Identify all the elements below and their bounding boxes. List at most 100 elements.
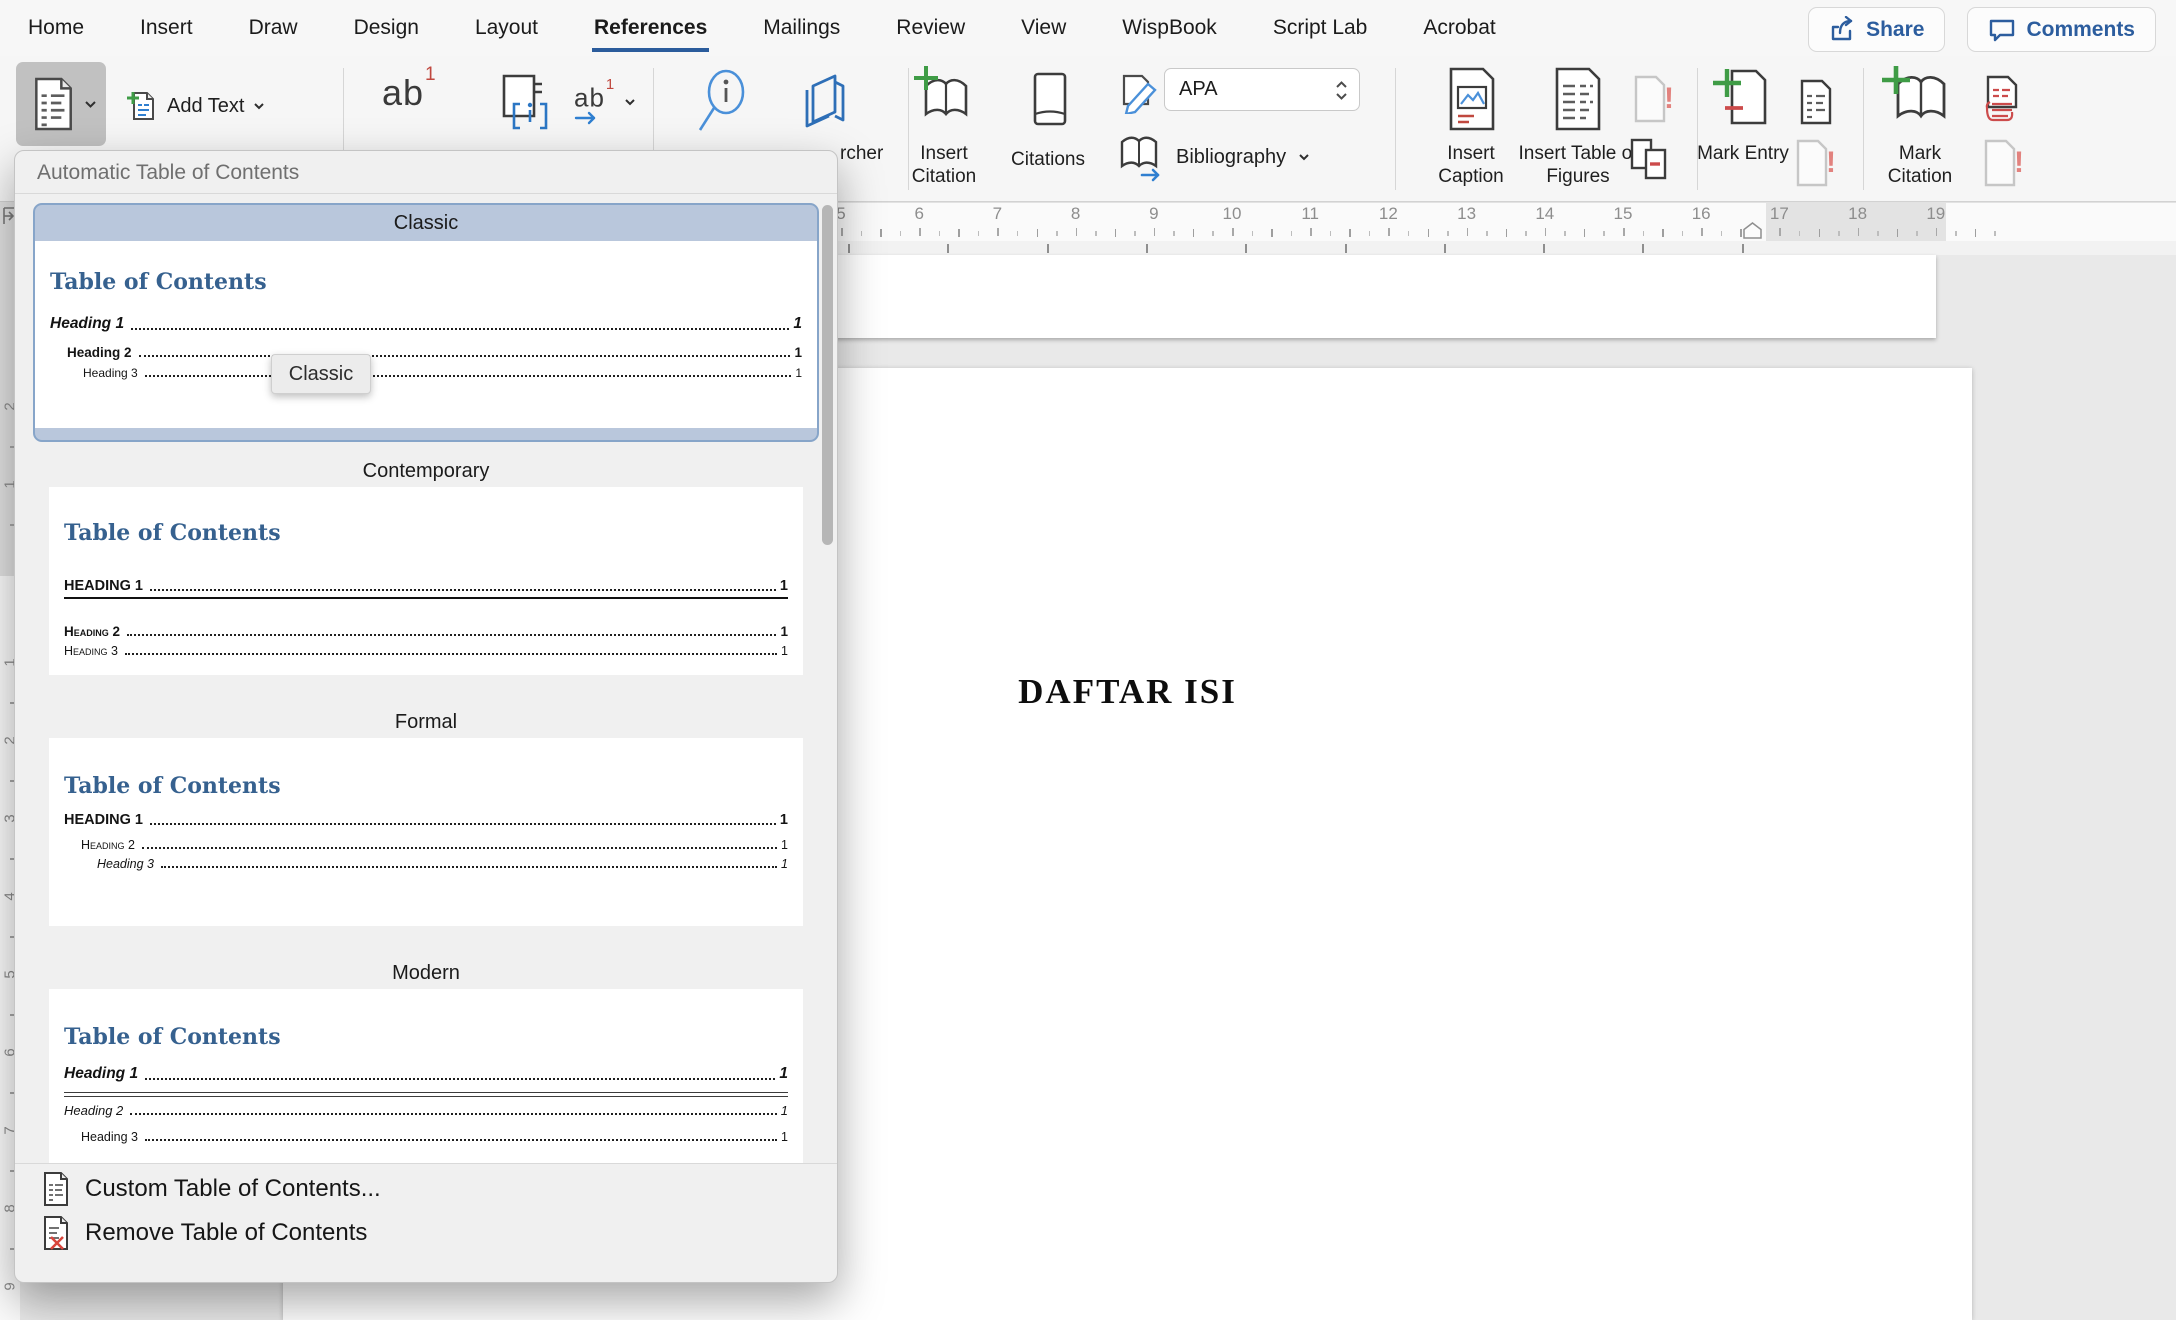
- toc-document-icon: [28, 76, 78, 132]
- toc-preview-entry: Heading 21: [81, 838, 788, 852]
- ruler-number: 15: [1613, 204, 1633, 223]
- ruler-number: 18: [1848, 204, 1868, 223]
- custom-toc-icon: [41, 1171, 71, 1207]
- cross-reference-icon: [1626, 136, 1674, 186]
- insert-caption-button[interactable]: [1442, 66, 1502, 134]
- toc-style-option-classic[interactable]: Classic Table of Contents Heading 1 1 Headin…: [33, 203, 819, 442]
- menu-item-remove-table-of-contents[interactable]: Remove Table of Contents: [15, 1211, 837, 1255]
- cross-reference-button[interactable]: [1626, 136, 1674, 186]
- tab-wispbook[interactable]: WispBook: [1120, 4, 1219, 52]
- tooltip: Classic: [271, 354, 371, 394]
- add-text-button[interactable]: Add Text: [126, 86, 265, 126]
- add-text-icon: [126, 89, 158, 123]
- toc-style-preview: Table of Contents Heading 1 1 Heading 2 1 Hea…: [49, 989, 803, 1163]
- mark-citation-label: Mark Citation: [1887, 143, 1953, 187]
- toc-preview-entry: Heading 31: [81, 1130, 788, 1144]
- smart-lookup-button[interactable]: [692, 68, 756, 140]
- stepper-icon[interactable]: [1329, 74, 1353, 106]
- tab-references[interactable]: References: [592, 4, 710, 52]
- researcher-button[interactable]: [795, 72, 857, 136]
- ruler-number: 19: [1926, 204, 1946, 223]
- dropdown-scrollbar-thumb[interactable]: [822, 205, 833, 545]
- next-footnote-icon: ab1: [574, 76, 614, 125]
- tab-mailings[interactable]: Mailings: [761, 4, 842, 52]
- dropdown-footer: Custom Table of Contents... Remove Table …: [15, 1167, 837, 1255]
- insert-citation-button[interactable]: [912, 66, 980, 132]
- insert-endnote-button[interactable]: [490, 70, 556, 136]
- insert-caption-label: Insert Caption: [1438, 143, 1504, 187]
- ruler-number: 9: [1149, 204, 1159, 223]
- comments-label: Comments: [2026, 17, 2135, 41]
- citation-style-value: APA: [1179, 78, 1218, 100]
- share-label: Share: [1866, 17, 1925, 41]
- insert-table-of-authorities-icon: [1980, 74, 2026, 126]
- tab-view[interactable]: View: [1019, 4, 1068, 52]
- tab-home[interactable]: Home: [26, 4, 86, 52]
- toc-dropdown-header: Automatic Table of Contents: [15, 151, 837, 194]
- toc-style-name: Modern: [392, 962, 460, 984]
- toc-preview-entry: Heading 11: [50, 315, 802, 332]
- toc-style-option-contemporary[interactable]: Table of Contents HEADING 1 1 Heading 2 1 Hea…: [49, 487, 803, 675]
- tab-design[interactable]: Design: [352, 4, 421, 52]
- menu-item-custom-table-of-contents[interactable]: Custom Table of Contents...: [15, 1167, 837, 1211]
- update-index-icon: !: [1792, 138, 1836, 190]
- toc-preview-title: Table of Contents: [50, 269, 267, 295]
- update-table-button[interactable]: !: [1630, 74, 1674, 126]
- chevron-down-icon: [253, 102, 265, 110]
- toc-style-preview: Table of Contents HEADING 1 1 Heading 2 1 Hea…: [49, 738, 803, 926]
- toc-preview-title: Table of Contents: [64, 520, 281, 546]
- table-of-contents-button[interactable]: [16, 62, 106, 146]
- right-margin-marker[interactable]: [1743, 222, 1762, 239]
- insert-table-of-figures-button[interactable]: [1548, 66, 1608, 134]
- citations-icon: [1022, 70, 1078, 132]
- ruler-number: 7: [992, 204, 1003, 223]
- menu-bar: Home Insert Draw Design Layout References Mail…: [0, 0, 2176, 56]
- toc-preview-entry: Heading 21: [64, 1103, 788, 1118]
- ruler-number: 10: [1222, 204, 1242, 223]
- citation-style-select[interactable]: APA: [1164, 68, 1360, 111]
- group-separator: [1863, 68, 1864, 190]
- mark-entry-label: Mark Entry: [1697, 143, 1789, 164]
- group-separator: [1697, 68, 1698, 190]
- toc-preview-title: Table of Contents: [64, 1024, 281, 1050]
- researcher-icon: [795, 72, 857, 136]
- update-index-button[interactable]: !: [1792, 138, 1836, 190]
- toc-style-gallery: Classic Table of Contents Heading 1 1 Headin…: [15, 195, 837, 1163]
- chevron-down-icon: [624, 98, 636, 106]
- top-actions: Share Comments: [1808, 7, 2156, 52]
- toc-style-option-modern[interactable]: Table of Contents Heading 1 1 Heading 2 1 Hea…: [49, 989, 803, 1163]
- insert-caption-icon: [1442, 66, 1502, 134]
- insert-table-of-authorities-button[interactable]: [1980, 74, 2026, 126]
- svg-text:!: !: [2014, 146, 2024, 179]
- menu-item-label: Custom Table of Contents...: [85, 1175, 381, 1202]
- insert-index-button[interactable]: [1796, 78, 1836, 126]
- share-button[interactable]: Share: [1808, 7, 1946, 52]
- insert-citation-icon: [912, 66, 980, 132]
- toc-preview-entry: Heading 31: [64, 644, 788, 658]
- update-table-of-authorities-icon: !: [1980, 138, 2024, 190]
- toc-preview-entry: HEADING 11: [64, 578, 788, 599]
- mark-citation-button[interactable]: [1880, 66, 1956, 132]
- bibliography-icon: [1118, 132, 1164, 182]
- update-table-of-authorities-button[interactable]: !: [1980, 138, 2024, 190]
- tab-layout[interactable]: Layout: [473, 4, 540, 52]
- mark-entry-button[interactable]: [1712, 66, 1778, 132]
- tab-review[interactable]: Review: [894, 4, 967, 52]
- insert-table-of-figures-label: Insert Table of Figures: [1518, 143, 1638, 187]
- tab-draw[interactable]: Draw: [247, 4, 300, 52]
- add-text-label: Add Text: [167, 94, 245, 117]
- dropdown-divider: [15, 1163, 837, 1164]
- tab-insert[interactable]: Insert: [138, 4, 195, 52]
- next-footnote-button[interactable]: ab1: [574, 76, 636, 125]
- insert-footnote-button[interactable]: ab1: [382, 64, 436, 114]
- chevron-down-icon: [84, 100, 97, 109]
- toc-style-option-formal[interactable]: Table of Contents HEADING 1 1 Heading 2 1 Hea…: [49, 738, 803, 926]
- tab-acrobat[interactable]: Acrobat: [1421, 4, 1497, 52]
- toc-style-name: Contemporary: [362, 460, 490, 482]
- tab-script-lab[interactable]: Script Lab: [1271, 4, 1370, 52]
- ribbon-tabs: Home Insert Draw Design Layout References Mail…: [26, 0, 1498, 56]
- citations-button[interactable]: [1022, 70, 1078, 132]
- bibliography-button[interactable]: Bibliography: [1118, 132, 1310, 182]
- comments-button[interactable]: Comments: [1967, 7, 2156, 52]
- ruler-number: 17: [1769, 204, 1789, 223]
